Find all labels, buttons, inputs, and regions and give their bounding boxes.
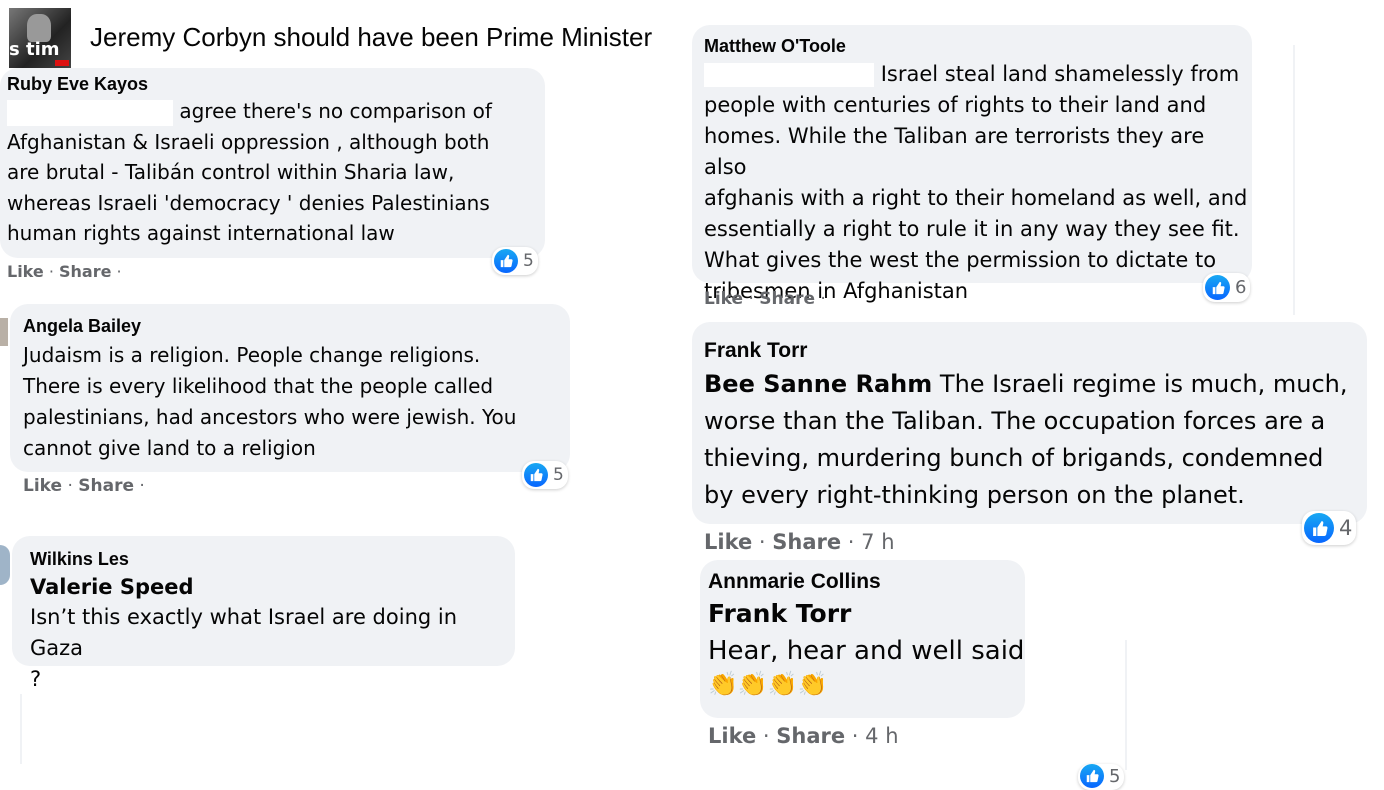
like-button[interactable]: Like	[704, 289, 743, 309]
divider	[1125, 640, 1127, 770]
reaction-number: 5	[553, 465, 564, 485]
thumbs-up-icon	[1304, 513, 1334, 543]
comment-text: agree there's no comparison of Afghanist…	[7, 99, 492, 245]
mentioned-user[interactable]: Valerie Speed	[30, 572, 515, 602]
comment-timestamp[interactable]: 7 h	[861, 530, 894, 554]
clapping-hands-icon: 👏👏👏👏	[708, 670, 828, 698]
reaction-count[interactable]: 5	[492, 247, 538, 275]
group-thumbnail[interactable]: s tim	[9, 8, 71, 68]
reaction-count[interactable]: 5	[522, 461, 568, 489]
share-button[interactable]: Share	[772, 530, 841, 554]
comment-bubble: Frank Torr Bee Sanne Rahm The Israeli re…	[692, 322, 1367, 524]
comment-author[interactable]: Wilkins Les	[30, 547, 515, 572]
group-thumbnail-label: s tim	[9, 39, 60, 60]
comment-bubble: Matthew O'Toole Israel steal land shamel…	[692, 25, 1252, 303]
comment-actions: Like · Share · 4 h	[708, 724, 899, 748]
thumbs-up-icon	[524, 463, 548, 487]
comment-actions: Like · Share ·	[23, 476, 145, 496]
comment-bubble: Angela Bailey Judaism is a religion. Peo…	[10, 304, 570, 472]
share-button[interactable]: Share	[59, 262, 111, 281]
avatar[interactable]	[0, 545, 10, 585]
like-button[interactable]: Like	[704, 530, 752, 554]
person-silhouette-icon	[27, 14, 51, 42]
comment-text: Bee Sanne Rahm The Israeli regime is muc…	[704, 370, 1348, 509]
divider	[20, 694, 22, 764]
comment-author[interactable]: Annmarie Collins	[708, 568, 1025, 596]
comment-actions: Like · Share ·	[7, 262, 122, 281]
like-button[interactable]: Like	[708, 724, 756, 748]
badge-mark	[55, 60, 69, 66]
thumbs-up-icon	[494, 249, 518, 273]
share-button[interactable]: Share	[78, 476, 134, 496]
redacted-mention	[7, 99, 173, 126]
comment-text: Judaism is a religion. People change rel…	[23, 343, 517, 460]
reaction-number: 5	[523, 251, 534, 271]
reaction-number: 6	[1235, 277, 1247, 298]
share-button[interactable]: Share	[759, 289, 815, 309]
comment-text: Isn’t this exactly what Israel are doing…	[30, 605, 458, 691]
mentioned-user[interactable]: Bee Sanne Rahm	[704, 370, 932, 398]
comment-author[interactable]: Frank Torr	[704, 336, 1367, 366]
reaction-count[interactable]: 4	[1302, 511, 1357, 545]
comment-bubble: Ruby Eve Kayos agree there's no comparis…	[0, 68, 545, 258]
comment-bubble: Wilkins Les Valerie Speed Isn’t this exa…	[12, 536, 515, 691]
comment-timestamp[interactable]: 4 h	[865, 724, 898, 748]
reaction-number: 4	[1339, 516, 1353, 540]
comment-text: Hear, hear and well said	[708, 636, 1025, 666]
comment-author[interactable]: Ruby Eve Kayos	[7, 72, 545, 96]
comment-bubble: Annmarie Collins Frank Torr Hear, hear a…	[700, 560, 1025, 718]
comment-actions: Like · Share ·	[704, 289, 826, 309]
comment-actions: Like · Share · 7 h	[704, 530, 895, 554]
thumbs-up-icon	[1080, 764, 1104, 788]
divider	[1293, 45, 1295, 315]
like-button[interactable]: Like	[23, 476, 62, 496]
like-button[interactable]: Like	[7, 262, 44, 281]
reaction-count[interactable]: 6	[1203, 273, 1251, 302]
comment-author[interactable]: Angela Bailey	[23, 312, 570, 340]
mentioned-user[interactable]: Frank Torr	[708, 596, 1025, 632]
group-title[interactable]: Jeremy Corbyn should have been Prime Min…	[90, 22, 652, 53]
comment-text: Israel steal land shamelessly from peopl…	[704, 62, 1248, 303]
reaction-count[interactable]: 5	[1078, 764, 1125, 790]
thumbs-up-icon	[1205, 275, 1230, 300]
share-button[interactable]: Share	[776, 724, 845, 748]
avatar[interactable]	[0, 318, 8, 346]
reaction-number: 5	[1109, 765, 1121, 787]
comment-author[interactable]: Matthew O'Toole	[704, 33, 1252, 59]
redacted-mention	[704, 63, 874, 87]
